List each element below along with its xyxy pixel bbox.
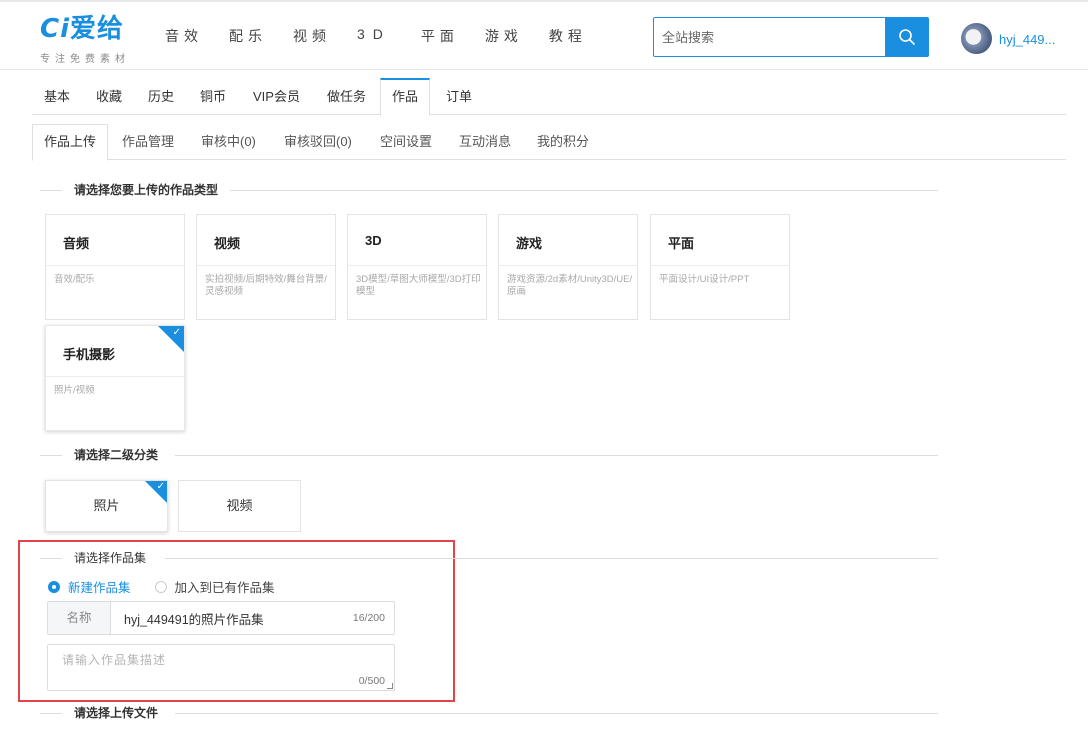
radio-selected-icon [48, 580, 60, 593]
site-search [653, 17, 929, 57]
nav-item-game[interactable]: 游戏 [485, 26, 523, 46]
nav-item-music[interactable]: 配乐 [229, 26, 267, 46]
main-nav: 音效 配乐 视频 3D 平面 游戏 教程 [165, 26, 613, 46]
site-logo[interactable]: Ci爱给 专注免费素材 [40, 12, 150, 65]
sub-category-video[interactable]: 视频 [178, 480, 301, 532]
resize-handle-icon[interactable] [387, 683, 393, 689]
card-title: 音频 [46, 215, 184, 266]
tab-vip[interactable]: VIP会员 [253, 78, 300, 115]
avatar[interactable] [961, 23, 992, 54]
logo-mark: Ci爱给 [40, 13, 125, 44]
check-icon: ✓ [172, 327, 181, 338]
tab-works[interactable]: 作品 [380, 78, 431, 116]
card-desc: 实拍视频/后期特效/舞台背景/灵感视频 [205, 274, 327, 297]
section-work-type: 请选择您要上传的作品类型 [40, 182, 938, 198]
username-link[interactable]: hyj_449... [999, 32, 1055, 47]
card-title: 3D [348, 215, 486, 266]
work-type-card-audio[interactable]: 音频 音效/配乐 [45, 214, 185, 320]
search-icon [898, 29, 915, 45]
primary-tabs: 基本 收藏 历史 铜币 VIP会员 做任务 作品 订单 [32, 78, 1066, 116]
collection-desc-field: 0/500 [47, 644, 395, 691]
work-type-card-mobile-photo[interactable]: 手机摄影 照片/视频 ✓ [45, 325, 185, 431]
work-type-card-3d[interactable]: 3D 3D模型/草图大师模型/3D打印模型 [347, 214, 487, 320]
work-type-card-game[interactable]: 游戏 游戏资源/2d素材/Unity3D/UE/原画 [498, 214, 638, 320]
collection-desc-input[interactable] [48, 645, 394, 690]
card-desc: 3D模型/草图大师模型/3D打印模型 [356, 274, 481, 297]
sub-category-label: 照片 [93, 498, 120, 513]
radio-label: 加入到已有作品集 [174, 581, 275, 595]
check-icon: ✓ [156, 481, 165, 492]
card-desc: 平面设计/UI设计/PPT [659, 274, 750, 285]
nav-item-video[interactable]: 视频 [293, 26, 331, 46]
section-sub-category-title: 请选择二级分类 [74, 447, 171, 463]
radio-existing-collection[interactable]: 加入到已有作品集 [154, 577, 275, 596]
radio-label: 新建作品集 [68, 581, 131, 595]
secondary-tabs: 作品上传 作品管理 审核中(0) 审核驳回(0) 空间设置 互动消息 我的积分 [32, 124, 1066, 161]
tab-under-review[interactable]: 审核中(0) [201, 124, 256, 160]
tab-space-settings[interactable]: 空间设置 [380, 124, 432, 160]
radio-new-collection[interactable]: 新建作品集 [48, 577, 131, 596]
search-input[interactable] [654, 18, 884, 56]
collection-name-input[interactable] [112, 602, 340, 634]
collection-name-field: 名称 16/200 [47, 601, 395, 635]
desc-char-count: 0/500 [358, 675, 385, 687]
tab-basic[interactable]: 基本 [44, 78, 70, 115]
section-upload-file: 请选择上传文件 [40, 705, 938, 721]
name-label: 名称 [48, 602, 111, 634]
nav-item-tutorial[interactable]: 教程 [549, 26, 587, 46]
nav-item-3d[interactable]: 3D [357, 26, 391, 46]
nav-item-audio-effects[interactable]: 音效 [165, 26, 203, 46]
work-type-card-video[interactable]: 视频 实拍视频/后期特效/舞台背景/灵感视频 [196, 214, 336, 320]
section-collection: 请选择作品集 [40, 550, 938, 566]
tab-history[interactable]: 历史 [148, 78, 174, 115]
work-type-card-graphic[interactable]: 平面 平面设计/UI设计/PPT [650, 214, 790, 320]
tab-tasks[interactable]: 做任务 [327, 78, 366, 115]
tab-coins[interactable]: 铜币 [200, 78, 226, 115]
tab-points[interactable]: 我的积分 [537, 124, 589, 160]
section-collection-title: 请选择作品集 [74, 550, 159, 566]
sub-category-photo[interactable]: 照片 ✓ [45, 480, 168, 532]
nav-item-graphic[interactable]: 平面 [421, 26, 459, 46]
card-title: 视频 [197, 215, 335, 266]
search-button[interactable] [885, 18, 928, 56]
site-header: Ci爱给 专注免费素材 音效 配乐 视频 3D 平面 游戏 教程 hyj_449… [0, 2, 1088, 70]
collection-options: 新建作品集 加入到已有作品集 [48, 577, 299, 596]
tab-upload-work[interactable]: 作品上传 [32, 124, 109, 161]
logo-tagline: 专注免费素材 [40, 54, 130, 65]
sub-category-label: 视频 [226, 498, 253, 513]
tab-manage-works[interactable]: 作品管理 [122, 124, 174, 160]
card-desc: 游戏资源/2d素材/Unity3D/UE/原画 [507, 274, 633, 297]
card-title: 游戏 [499, 215, 637, 266]
tab-favorites[interactable]: 收藏 [96, 78, 122, 115]
card-title: 平面 [651, 215, 789, 266]
card-desc: 照片/视频 [54, 385, 95, 396]
tab-messages[interactable]: 互动消息 [459, 124, 511, 160]
card-desc: 音效/配乐 [54, 274, 95, 285]
section-sub-category: 请选择二级分类 [40, 447, 938, 463]
tab-rejected[interactable]: 审核驳回(0) [284, 124, 352, 160]
radio-unselected-icon [154, 580, 167, 593]
name-char-count: 16/200 [352, 612, 385, 624]
section-upload-file-title: 请选择上传文件 [74, 705, 171, 721]
section-work-type-title: 请选择您要上传的作品类型 [74, 182, 231, 198]
tab-orders[interactable]: 订单 [446, 78, 472, 115]
